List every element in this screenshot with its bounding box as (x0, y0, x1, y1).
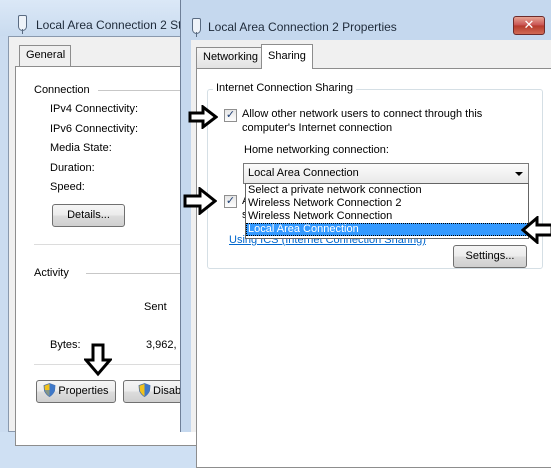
disable-button-label: Disab (153, 385, 182, 397)
tab-networking[interactable]: Networking (196, 47, 262, 68)
home-network-select-value: Local Area Connection (248, 167, 359, 179)
details-button-label: Details... (67, 209, 110, 221)
tab-sharing[interactable]: Sharing (261, 44, 313, 69)
tab-general-label: General (26, 49, 66, 61)
media-state-label: Media State: (50, 142, 112, 154)
dropdown-option-selected[interactable]: Local Area Connection (246, 223, 528, 236)
properties-button[interactable]: Properties (36, 380, 116, 403)
settings-button-label: Settings... (465, 250, 515, 262)
dropdown-option[interactable]: Wireless Network Connection 2 (246, 197, 528, 210)
status-title: Local Area Connection 2 St (36, 18, 182, 32)
ipv4-label: IPv4 Connectivity: (50, 103, 139, 115)
home-network-dropdown: Select a private network connection Wire… (245, 183, 529, 239)
properties-titlebar[interactable]: Local Area Connection 2 Properties ✕ (181, 0, 551, 40)
properties-title: Local Area Connection 2 Properties (208, 20, 397, 34)
properties-dialog: Local Area Connection 2 Properties ✕ Net… (180, 0, 551, 468)
bytes-label: Bytes: (50, 339, 81, 351)
settings-button[interactable]: Settings... (453, 245, 527, 268)
properties-client: Networking Sharing Internet Connection S… (191, 40, 551, 468)
ics-group-label: Internet Connection Sharing (213, 82, 356, 94)
properties-button-label: Properties (58, 385, 109, 397)
activity-heading: Activity (34, 267, 69, 279)
network-adapter-icon (192, 18, 201, 37)
sent-label: Sent (144, 301, 167, 313)
dropdown-option[interactable]: Wireless Network Connection (246, 210, 528, 223)
uac-shield-icon (138, 383, 151, 397)
allow-sharing-label-1: Allow other network users to connect thr… (242, 108, 483, 120)
down-arrow-annotation (84, 343, 112, 377)
dropdown-option[interactable]: Select a private network connection (246, 184, 528, 197)
right-arrow-annotation (183, 187, 217, 215)
allow-sharing-checkbox[interactable]: ✓ (224, 109, 237, 122)
status-titlebar[interactable]: Local Area Connection 2 St (0, 0, 199, 36)
allow-control-checkbox[interactable]: ✓ (224, 195, 237, 208)
tab-general[interactable]: General (19, 45, 71, 66)
chevron-down-icon (515, 172, 523, 176)
allow-sharing-label-2: computer's Internet connection (242, 122, 393, 134)
left-arrow-annotation (521, 216, 551, 244)
tab-networking-label: Networking (203, 51, 259, 63)
bytes-sent-value: 3,962, (146, 339, 177, 351)
details-button[interactable]: Details... (52, 204, 125, 227)
status-dialog: Local Area Connection 2 St General Conne… (0, 0, 224, 446)
close-button[interactable]: ✕ (513, 16, 545, 35)
home-network-label: Home networking connection: (244, 144, 389, 156)
sharing-panel: Internet Connection Sharing ✓ Allow othe… (196, 68, 551, 468)
network-adapter-icon (18, 15, 27, 34)
home-network-select[interactable]: Local Area Connection (243, 163, 529, 184)
duration-label: Duration: (50, 162, 95, 174)
right-arrow-annotation (188, 105, 218, 129)
tab-sharing-label: Sharing (268, 50, 306, 62)
speed-label: Speed: (50, 181, 85, 193)
ipv6-label: IPv6 Connectivity: (50, 123, 139, 135)
uac-shield-icon (43, 383, 56, 397)
connection-heading: Connection (34, 84, 90, 96)
close-icon: ✕ (523, 17, 535, 32)
